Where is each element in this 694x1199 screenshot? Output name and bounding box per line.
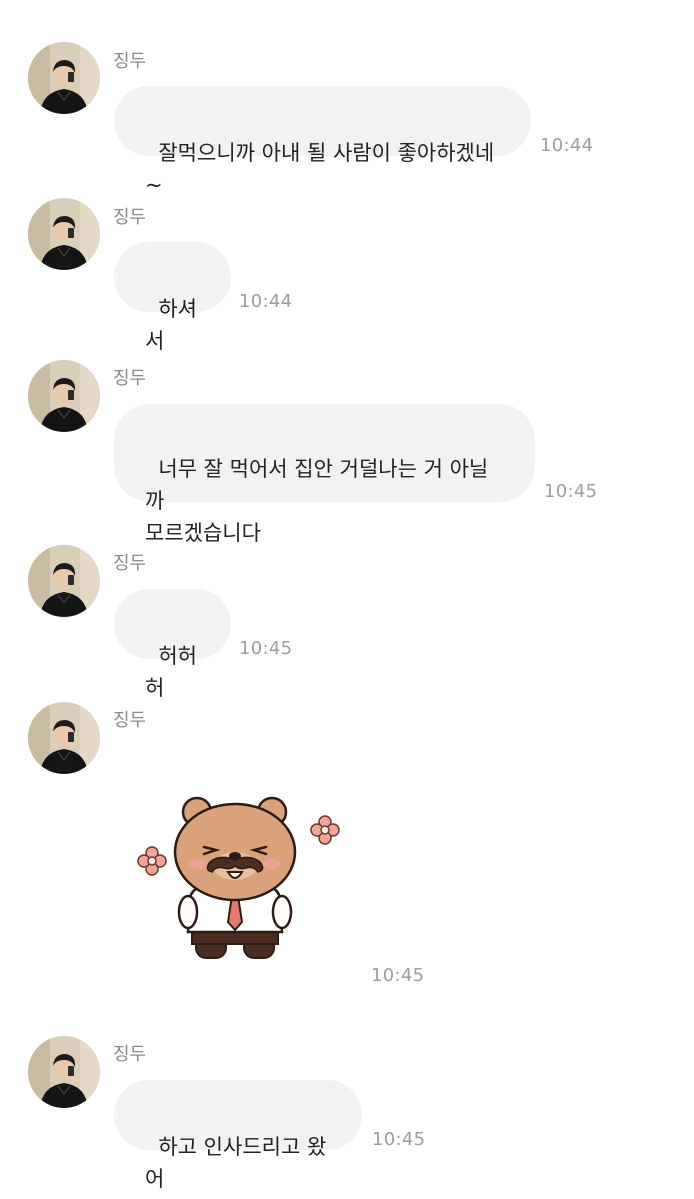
message-bubble[interactable]: 잘먹으니까 아내 될 사람이 좋아하겠네~ (114, 86, 531, 197)
message-time: 10:45 (544, 481, 598, 502)
message-text: 하셔서 (145, 297, 197, 353)
sender-name: 징두 (113, 553, 147, 574)
message-text: 잘먹으니까 아내 될 사람이 좋아하겠네~ (145, 141, 495, 197)
avatar[interactable] (28, 1036, 100, 1108)
message-time: 10:45 (371, 965, 425, 986)
message-time: 10:44 (239, 291, 293, 312)
avatar[interactable] (28, 360, 100, 432)
avatar[interactable] (28, 702, 100, 774)
sender-name: 징두 (113, 1044, 147, 1065)
flower-icon (137, 846, 167, 876)
flower-icon (310, 815, 340, 845)
sender-name: 징두 (113, 710, 147, 731)
message-time: 10:45 (239, 638, 293, 659)
message-time: 10:44 (540, 135, 594, 156)
message-bubble[interactable]: 허허허 (114, 589, 231, 700)
message-time: 10:45 (372, 1129, 426, 1150)
sender-name: 징두 (113, 51, 147, 72)
sender-name: 징두 (113, 368, 147, 389)
avatar[interactable] (28, 545, 100, 617)
message-text: 하고 인사드리고 왔어 (145, 1135, 327, 1191)
message-text: 너무 잘 먹어서 집안 거덜나는 거 아닐까 모르겠습니다 (145, 457, 489, 545)
message-bubble[interactable]: 하고 인사드리고 왔어 (114, 1080, 362, 1191)
avatar[interactable] (28, 42, 100, 114)
message-bubble[interactable]: 너무 잘 먹어서 집안 거덜나는 거 아닐까 모르겠습니다 (114, 404, 535, 545)
avatar[interactable] (28, 198, 100, 270)
sender-name: 징두 (113, 207, 147, 228)
bear-sticker[interactable] (132, 792, 346, 966)
message-text: 허허허 (145, 644, 197, 700)
message-bubble[interactable]: 하셔서 (114, 242, 231, 353)
